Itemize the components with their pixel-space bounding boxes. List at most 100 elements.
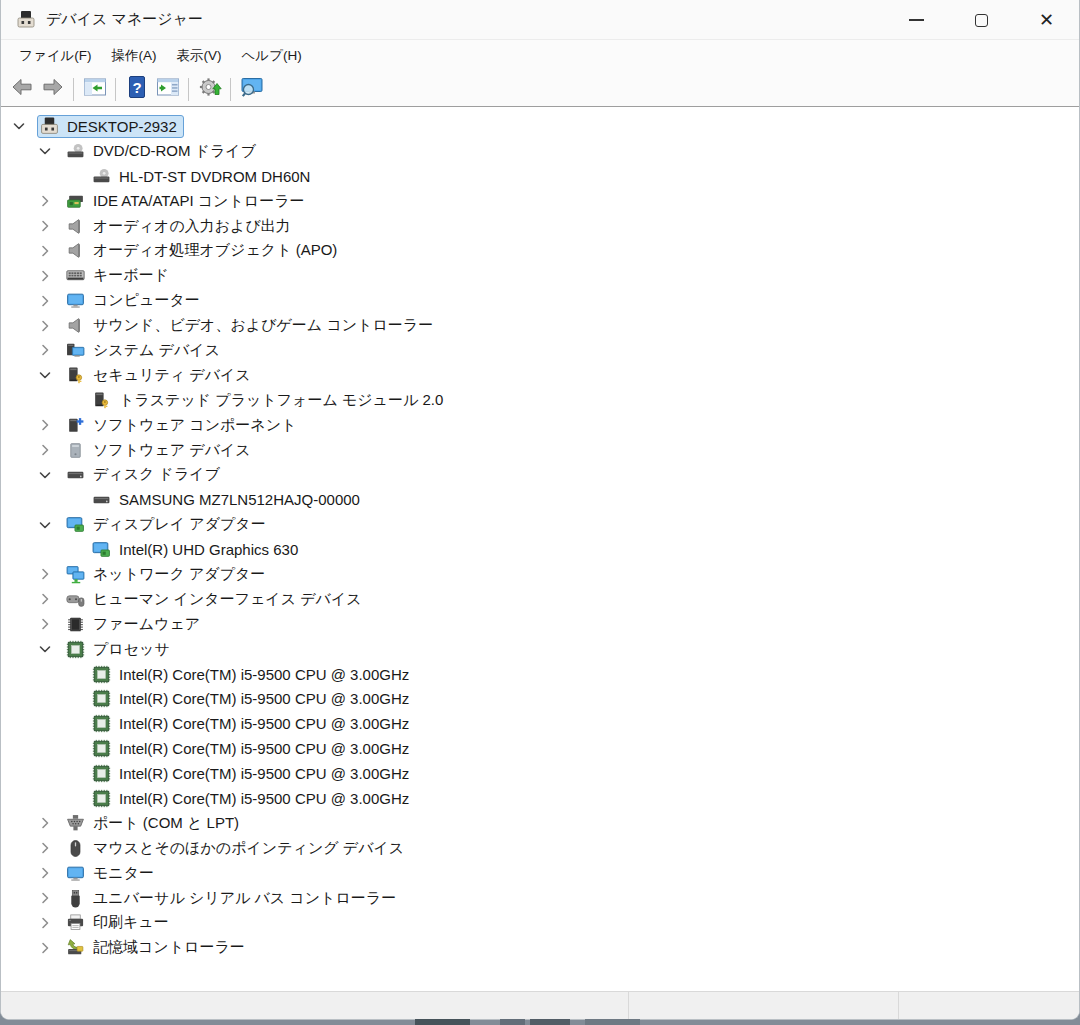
tree-item[interactable]: IDE ATA/ATAPI コントローラー (1, 189, 1079, 214)
tree-item[interactable]: HL-DT-ST DVDROM DH60N (1, 164, 1079, 189)
tree-item-content[interactable]: キーボード (63, 264, 176, 287)
tree-item[interactable]: ユニバーサル シリアル バス コントローラー (1, 886, 1079, 911)
tree-item-content[interactable]: ソフトウェア デバイス (63, 439, 258, 462)
tree-item-content[interactable]: オーディオの入力および出力 (63, 215, 298, 238)
tree-item[interactable]: ソフトウェア デバイス (1, 438, 1079, 463)
tree-item-content[interactable]: システム デバイス (63, 339, 227, 362)
tree-item[interactable]: DVD/CD-ROM ドライブ (1, 139, 1079, 164)
tree-item[interactable]: ポート (COM と LPT) (1, 811, 1079, 836)
chevron-collapsed-icon[interactable] (37, 889, 63, 907)
tree-item[interactable]: キーボード (1, 263, 1079, 288)
menu-view[interactable]: 表示(V) (167, 42, 232, 70)
chevron-expanded-icon[interactable] (37, 142, 63, 160)
tree-item-content[interactable]: DVD/CD-ROM ドライブ (63, 140, 263, 163)
chevron-collapsed-icon[interactable] (37, 441, 63, 459)
tree-item[interactable]: オーディオの入力および出力 (1, 214, 1079, 239)
maximize-button[interactable] (949, 0, 1014, 40)
tree-item-content[interactable]: 印刷キュー (63, 911, 176, 934)
tree-item[interactable]: モニター (1, 861, 1079, 886)
tree-item-content[interactable]: トラステッド プラットフォーム モジュール 2.0 (89, 389, 450, 412)
chevron-collapsed-icon[interactable] (37, 914, 63, 932)
close-button[interactable]: ✕ (1014, 0, 1079, 40)
tree-item-content[interactable]: Intel(R) Core(TM) i5-9500 CPU @ 3.00GHz (89, 687, 416, 710)
chevron-collapsed-icon[interactable] (37, 242, 63, 260)
tree-item[interactable]: プロセッサ (1, 637, 1079, 662)
chevron-expanded-icon[interactable] (37, 516, 63, 534)
tree-item-content[interactable]: ユニバーサル シリアル バス コントローラー (63, 887, 403, 910)
tree-item[interactable]: Intel(R) Core(TM) i5-9500 CPU @ 3.00GHz (1, 711, 1079, 736)
chevron-expanded-icon[interactable] (37, 640, 63, 658)
chevron-collapsed-icon[interactable] (37, 341, 63, 359)
action-pane-button[interactable] (152, 74, 183, 104)
tree-item[interactable]: SAMSUNG MZ7LN512HAJQ-00000 (1, 487, 1079, 512)
tree-item-content[interactable]: ソフトウェア コンポーネント (63, 414, 303, 437)
tree-item-content[interactable]: HL-DT-ST DVDROM DH60N (89, 165, 317, 188)
tree-item[interactable]: Intel(R) Core(TM) i5-9500 CPU @ 3.00GHz (1, 662, 1079, 687)
menu-help[interactable]: ヘルプ(H) (232, 42, 312, 70)
chevron-collapsed-icon[interactable] (37, 317, 63, 335)
help-button[interactable]: ? (121, 74, 152, 104)
tree-item[interactable]: コンピューター (1, 288, 1079, 313)
tree-item-content[interactable]: セキュリティ デバイス (63, 364, 258, 387)
tree-item-content[interactable]: Intel(R) Core(TM) i5-9500 CPU @ 3.00GHz (89, 762, 416, 785)
update-driver-button[interactable] (194, 74, 225, 104)
tree-item[interactable]: システム デバイス (1, 338, 1079, 363)
tree-item[interactable]: ヒューマン インターフェイス デバイス (1, 587, 1079, 612)
tree-item[interactable]: Intel(R) Core(TM) i5-9500 CPU @ 3.00GHz (1, 736, 1079, 761)
chevron-collapsed-icon[interactable] (37, 416, 63, 434)
tree-item-content[interactable]: 記憶域コントローラー (63, 936, 252, 959)
tree-item-content[interactable]: マウスとそのほかのポインティング デバイス (63, 837, 411, 860)
scan-hardware-changes-button[interactable] (236, 74, 267, 104)
chevron-collapsed-icon[interactable] (37, 939, 63, 957)
tree-item[interactable]: セキュリティ デバイス (1, 363, 1079, 388)
tree-item-content[interactable]: ポート (COM と LPT) (63, 812, 246, 835)
tree-item[interactable]: サウンド、ビデオ、およびゲーム コントローラー (1, 313, 1079, 338)
tree-item-content[interactable]: Intel(R) Core(TM) i5-9500 CPU @ 3.00GHz (89, 787, 416, 810)
tree-item[interactable]: DESKTOP-2932 (1, 114, 1079, 139)
back-button[interactable] (6, 74, 37, 104)
forward-button[interactable] (37, 74, 68, 104)
tree-item-content[interactable]: Intel(R) Core(TM) i5-9500 CPU @ 3.00GHz (89, 712, 416, 735)
tree-item-content[interactable]: Intel(R) Core(TM) i5-9500 CPU @ 3.00GHz (89, 737, 416, 760)
tree-item[interactable]: Intel(R) UHD Graphics 630 (1, 537, 1079, 562)
tree-item-content[interactable]: コンピューター (63, 289, 207, 312)
chevron-collapsed-icon[interactable] (37, 615, 63, 633)
tree-item-content[interactable]: ファームウェア (63, 613, 207, 636)
tree-item-content[interactable]: IDE ATA/ATAPI コントローラー (63, 190, 312, 213)
tree-item-content[interactable]: ヒューマン インターフェイス デバイス (63, 588, 369, 611)
tree-item-content[interactable]: ネットワーク アダプター (63, 563, 272, 586)
menu-action[interactable]: 操作(A) (102, 42, 167, 70)
tree-item-content[interactable]: モニター (63, 862, 161, 885)
tree-item[interactable]: Intel(R) Core(TM) i5-9500 CPU @ 3.00GHz (1, 786, 1079, 811)
chevron-collapsed-icon[interactable] (37, 217, 63, 235)
tree-item[interactable]: ソフトウェア コンポーネント (1, 413, 1079, 438)
tree-item-content[interactable]: DESKTOP-2932 (37, 115, 184, 138)
tree-item[interactable]: ディスク ドライブ (1, 462, 1079, 487)
tree-item[interactable]: ディスプレイ アダプター (1, 512, 1079, 537)
show-console-tree-button[interactable] (79, 74, 110, 104)
tree-item[interactable]: オーディオ処理オブジェクト (APO) (1, 238, 1079, 263)
tree-item-content[interactable]: サウンド、ビデオ、およびゲーム コントローラー (63, 314, 440, 337)
minimize-button[interactable] (884, 0, 949, 40)
tree-item[interactable]: トラステッド プラットフォーム モジュール 2.0 (1, 388, 1079, 413)
tree-item-content[interactable]: Intel(R) UHD Graphics 630 (89, 538, 305, 561)
chevron-expanded-icon[interactable] (11, 117, 37, 135)
tree-item-content[interactable]: SAMSUNG MZ7LN512HAJQ-00000 (89, 488, 367, 511)
tree-item-content[interactable]: ディスク ドライブ (63, 463, 227, 486)
tree-item[interactable]: マウスとそのほかのポインティング デバイス (1, 836, 1079, 861)
chevron-collapsed-icon[interactable] (37, 292, 63, 310)
menu-file[interactable]: ファイル(F) (9, 42, 102, 70)
tree-item[interactable]: ファームウェア (1, 612, 1079, 637)
chevron-collapsed-icon[interactable] (37, 839, 63, 857)
tree-item-content[interactable]: プロセッサ (63, 638, 177, 661)
tree-item[interactable]: 印刷キュー (1, 911, 1079, 936)
tree-item[interactable]: Intel(R) Core(TM) i5-9500 CPU @ 3.00GHz (1, 761, 1079, 786)
chevron-collapsed-icon[interactable] (37, 814, 63, 832)
chevron-expanded-icon[interactable] (37, 366, 63, 384)
chevron-collapsed-icon[interactable] (37, 590, 63, 608)
tree-item[interactable]: Intel(R) Core(TM) i5-9500 CPU @ 3.00GHz (1, 686, 1079, 711)
chevron-collapsed-icon[interactable] (37, 864, 63, 882)
tree-item[interactable]: 記憶域コントローラー (1, 935, 1079, 960)
tree-item-content[interactable]: オーディオ処理オブジェクト (APO) (63, 239, 344, 262)
tree-item[interactable]: ネットワーク アダプター (1, 562, 1079, 587)
